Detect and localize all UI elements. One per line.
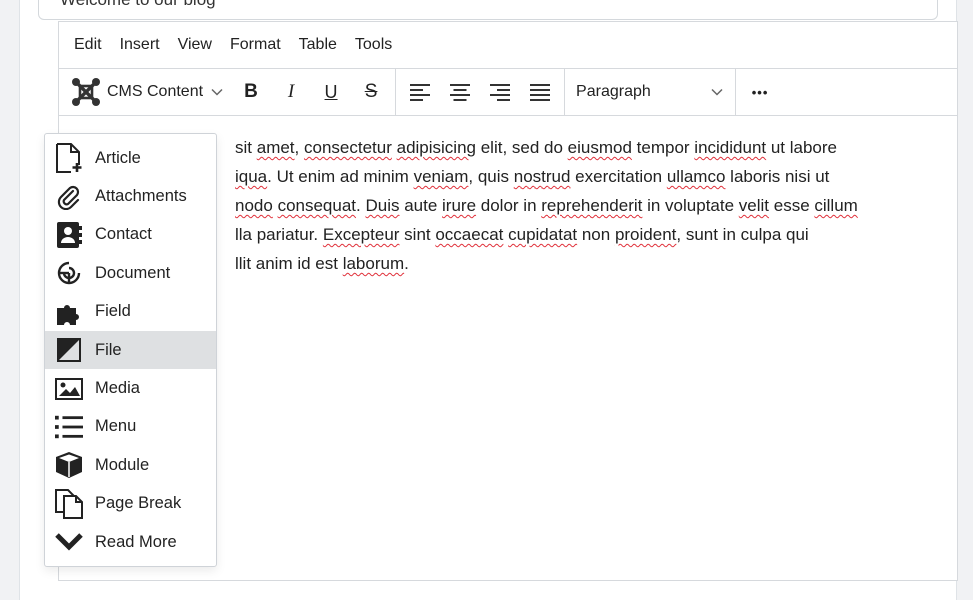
dropdown-item-label: Attachments xyxy=(95,187,187,206)
copy-pages-icon xyxy=(55,488,83,519)
dropdown-item-contact[interactable]: Contact xyxy=(45,216,216,254)
paragraph-format-select[interactable]: Paragraph xyxy=(565,75,735,109)
dropdown-item-media[interactable]: Media xyxy=(45,369,216,407)
cms-content-dropdown: Article Attachments Contact Document Fie… xyxy=(44,133,217,567)
dropdown-item-attachments[interactable]: Attachments xyxy=(45,177,216,215)
dropdown-item-label: File xyxy=(95,340,122,359)
puzzle-icon xyxy=(55,298,83,326)
list-icon xyxy=(55,413,83,441)
align-justify-button[interactable] xyxy=(520,75,560,109)
cms-content-label: CMS Content xyxy=(107,83,204,100)
chevron-down-icon xyxy=(211,88,223,96)
editor-menubar: Edit Insert View Format Table Tools xyxy=(59,22,957,69)
menu-tools[interactable]: Tools xyxy=(346,30,401,60)
dropdown-item-label: Article xyxy=(95,148,141,167)
dropdown-item-label: Field xyxy=(95,302,131,321)
align-right-button[interactable] xyxy=(480,75,520,109)
align-justify-icon xyxy=(530,84,551,101)
cms-content-button[interactable]: CMS Content xyxy=(65,75,231,109)
dropdown-item-label: Read More xyxy=(95,532,177,551)
align-left-icon xyxy=(410,84,431,101)
dropdown-item-module[interactable]: Module xyxy=(45,446,216,484)
joomla-logo-icon xyxy=(72,78,100,106)
menu-format[interactable]: Format xyxy=(221,30,290,60)
underline-button[interactable]: U xyxy=(311,75,351,109)
dropdown-item-document[interactable]: Document xyxy=(45,254,216,292)
dropdown-item-article[interactable]: Article xyxy=(45,139,216,177)
dropdown-item-file[interactable]: File xyxy=(45,330,216,370)
menu-table[interactable]: Table xyxy=(290,30,346,60)
menu-view[interactable]: View xyxy=(169,30,221,60)
dropdown-item-page-break[interactable]: Page Break xyxy=(45,485,216,523)
menu-edit[interactable]: Edit xyxy=(65,30,111,60)
dropdown-item-label: Module xyxy=(95,455,150,474)
paragraph-format-value: Paragraph xyxy=(576,83,651,100)
dropdown-item-menu[interactable]: Menu xyxy=(45,408,216,446)
editor-toolbar: CMS Content B I U S Paragraph ••• xyxy=(59,69,957,116)
cube-icon xyxy=(55,451,83,479)
article-add-icon xyxy=(55,143,83,174)
strikethrough-button[interactable]: S xyxy=(351,75,391,109)
align-left-button[interactable] xyxy=(400,75,440,109)
dropdown-item-field[interactable]: Field xyxy=(45,293,216,331)
dropdown-item-read-more[interactable]: Read More xyxy=(45,523,216,561)
dropdown-item-label: Menu xyxy=(95,417,137,436)
align-center-button[interactable] xyxy=(440,75,480,109)
menu-insert[interactable]: Insert xyxy=(111,30,169,60)
align-right-icon xyxy=(490,84,511,101)
paperclip-icon xyxy=(55,183,83,211)
more-options-button[interactable]: ••• xyxy=(740,75,780,109)
italic-button[interactable]: I xyxy=(271,75,311,109)
document-logo-icon xyxy=(55,259,83,287)
dropdown-item-label: Contact xyxy=(95,225,152,244)
dropdown-item-label: Document xyxy=(95,263,171,282)
file-image-icon xyxy=(55,336,83,364)
bold-button[interactable]: B xyxy=(231,75,271,109)
align-center-icon xyxy=(450,84,471,101)
dropdown-item-label: Page Break xyxy=(95,494,182,513)
title-input[interactable] xyxy=(38,0,938,20)
image-icon xyxy=(55,375,83,403)
chevron-down-bold-icon xyxy=(55,528,83,556)
contact-card-icon xyxy=(55,221,83,249)
dropdown-item-label: Media xyxy=(95,379,140,398)
chevron-down-icon xyxy=(711,88,723,96)
